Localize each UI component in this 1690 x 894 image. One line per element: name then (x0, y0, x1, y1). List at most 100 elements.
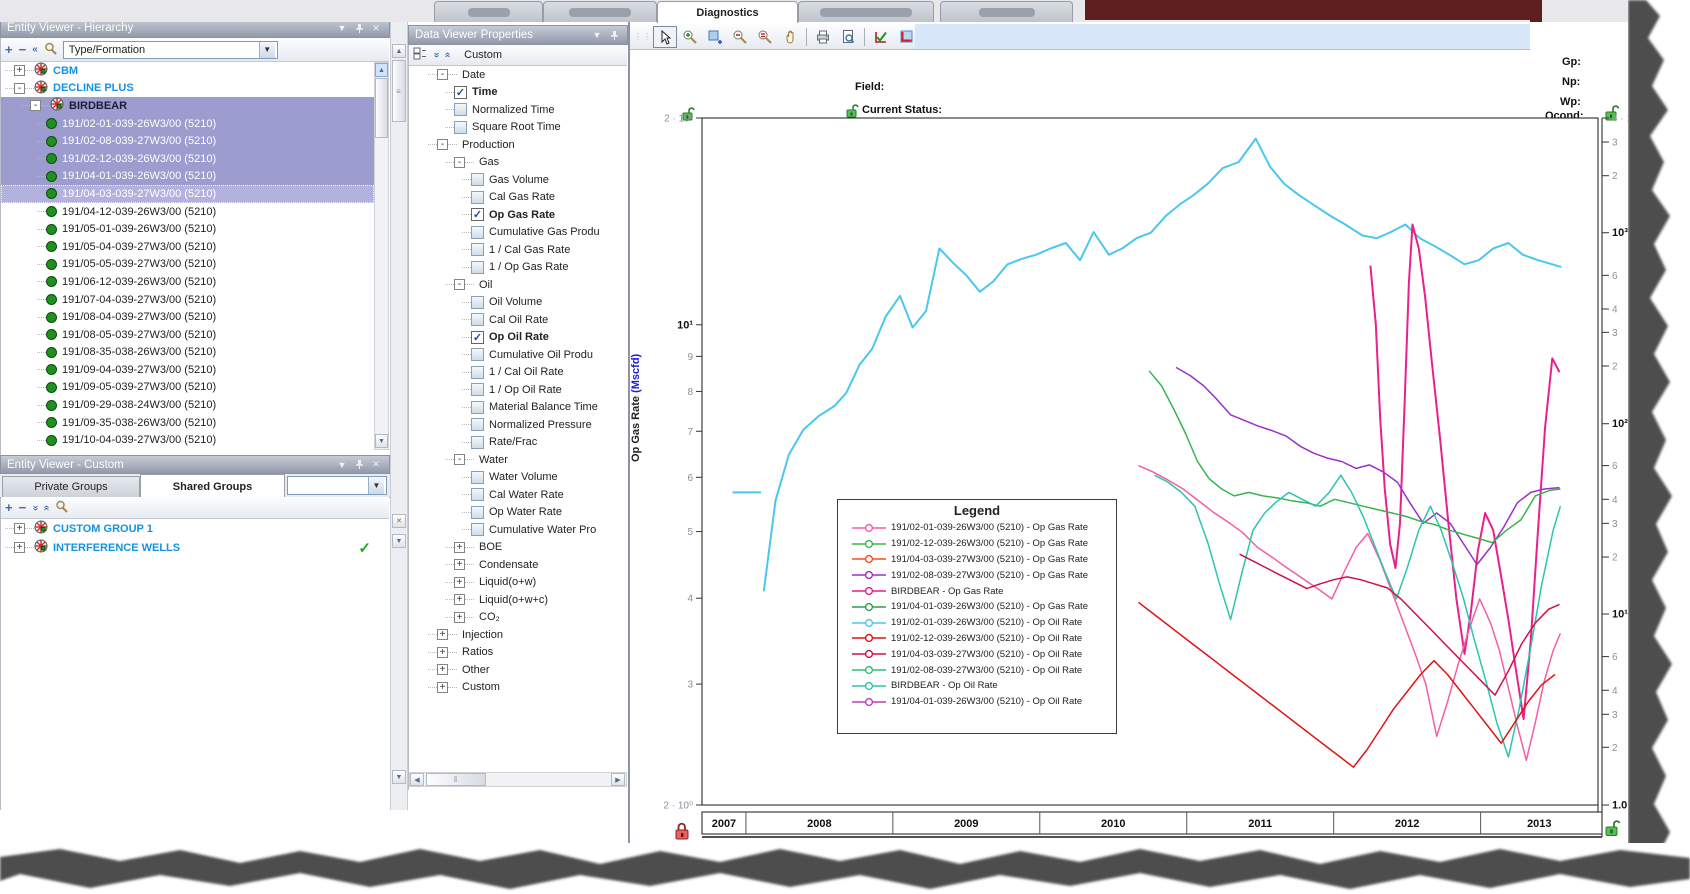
collapse-icon[interactable]: - (454, 156, 465, 168)
scroll-left-icon[interactable]: ◀ (410, 773, 424, 786)
scrollbar-thumb[interactable]: ≡ (392, 60, 406, 122)
property-item[interactable]: ✓ Op Gas Rate (409, 206, 627, 224)
expand-icon[interactable]: + (437, 646, 448, 658)
search-icon[interactable] (55, 500, 69, 516)
well-item[interactable]: 191/05-05-039-27W3/00 (5210) (1, 256, 374, 274)
well-item[interactable]: 191/02-01-039-26W3/00 (5210) (1, 114, 374, 133)
property-item[interactable]: 1 / Cal Gas Rate (409, 241, 627, 259)
checkbox-unchecked[interactable] (471, 470, 484, 484)
check-tree-icon[interactable] (413, 47, 427, 63)
expand-icon[interactable]: + (454, 594, 465, 606)
collapse-all-icon[interactable]: » (41, 505, 52, 511)
well-item[interactable]: 191/09-35-038-26W3/00 (5210) (1, 414, 374, 432)
pan-hand-icon[interactable] (778, 26, 802, 48)
remove-icon[interactable]: − (19, 501, 27, 514)
expand-all-icon[interactable]: » (30, 505, 41, 511)
chevron-down-icon[interactable]: ▼ (335, 22, 349, 35)
scroll-up-icon[interactable]: ▲ (392, 44, 406, 58)
property-item[interactable]: Cal Water Rate (409, 486, 627, 504)
checkbox-unchecked[interactable] (471, 435, 484, 449)
well-item[interactable]: 191/04-03-039-27W3/00 (5210) (1, 185, 374, 203)
add-icon[interactable]: + (5, 501, 13, 514)
well-item[interactable]: 191/02-12-039-26W3/00 (5210) (1, 149, 374, 168)
checkbox-unchecked[interactable] (471, 523, 484, 537)
property-item[interactable]: Material Balance Time (409, 399, 627, 417)
well-item[interactable]: 191/09-29-038-24W3/00 (5210) (1, 396, 374, 414)
checkbox-checked[interactable]: ✓ (471, 208, 484, 222)
well-item[interactable]: 191/05-01-039-26W3/00 (5210) (1, 220, 374, 238)
well-item[interactable]: 191/05-04-039-27W3/00 (5210) (1, 238, 374, 256)
scrollbar-thumb[interactable]: ‖ (426, 773, 486, 786)
scroll-up-icon[interactable]: ▲ (375, 63, 388, 77)
print-preview-icon[interactable] (836, 26, 860, 48)
zoom-window-icon[interactable] (703, 26, 727, 48)
expand-icon[interactable]: + (14, 523, 25, 534)
well-item[interactable]: 191/04-12-039-26W3/00 (5210) (1, 203, 374, 221)
expand-all-icon[interactable]: » (431, 52, 442, 58)
collapse-icon[interactable]: - (14, 82, 25, 94)
checkbox-unchecked[interactable] (471, 295, 484, 309)
group-item-decline-plus[interactable]: - DECLINE PLUS (1, 80, 374, 98)
tab-redacted-4[interactable] (940, 1, 1073, 22)
tab-redacted-2[interactable] (543, 1, 657, 22)
checkbox-unchecked[interactable] (471, 260, 484, 274)
print-icon[interactable] (811, 26, 835, 48)
property-item[interactable]: Gas Volume (409, 171, 627, 189)
right-axis-lock-icon[interactable] (1604, 818, 1621, 840)
tab-private-groups[interactable]: Private Groups (2, 476, 140, 497)
x-axis-lock-icon[interactable] (674, 822, 691, 844)
well-item[interactable]: 191/02-08-039-27W3/00 (5210) (1, 132, 374, 150)
well-item[interactable]: 191/07-04-039-27W3/00 (5210) (1, 291, 374, 309)
expand-icon[interactable]: + (454, 541, 465, 553)
scroll-down-icon[interactable]: ▼ (392, 770, 406, 784)
collapse-icon[interactable]: - (437, 69, 448, 81)
property-item[interactable]: Water Volume (409, 469, 627, 487)
collapse-icon[interactable]: - (454, 279, 465, 291)
pin-icon[interactable] (352, 458, 366, 471)
scrollbar-thumb[interactable] (375, 78, 388, 138)
checkbox-unchecked[interactable] (471, 488, 484, 502)
chevron-down-icon[interactable]: ▼ (590, 29, 604, 42)
expand-icon[interactable]: + (14, 65, 25, 77)
checkbox-unchecked[interactable] (471, 190, 484, 204)
collapse-all-icon[interactable]: «︎ (32, 44, 38, 55)
expand-icon[interactable]: + (454, 559, 465, 571)
well-item[interactable]: 191/10-04-039-27W3/00 (5210) (1, 431, 374, 449)
pin-icon[interactable] (607, 29, 621, 42)
scroll-down-icon[interactable]: ▼ (375, 434, 388, 448)
checkbox-unchecked[interactable] (471, 400, 484, 414)
checkbox-unchecked[interactable] (471, 173, 484, 187)
tab-shared-groups[interactable]: Shared Groups (140, 474, 285, 498)
checkbox-checked[interactable]: ✓ (454, 85, 467, 99)
cursor-icon[interactable] (653, 25, 677, 48)
well-item[interactable]: 191/08-04-039-27W3/00 (5210) (1, 308, 374, 326)
remove-icon[interactable]: − (19, 43, 27, 56)
search-icon[interactable] (44, 42, 57, 58)
zoom-out-icon[interactable] (728, 26, 752, 48)
property-item[interactable]: Cal Gas Rate (409, 189, 627, 207)
well-item[interactable]: 191/06-12-039-26W3/00 (5210) (1, 273, 374, 291)
expand-icon[interactable]: + (454, 576, 465, 588)
property-item[interactable]: ✓ Op Oil Rate (409, 329, 627, 347)
checkbox-unchecked[interactable] (471, 313, 484, 327)
property-item[interactable]: Square Root Time (409, 119, 627, 137)
collapse-icon[interactable]: - (30, 100, 41, 112)
chart-legend[interactable]: Legend 191/02-01-039-26W3/00 (5210) - Op… (837, 499, 1117, 734)
collapse-icon[interactable]: - (437, 139, 448, 151)
checkbox-unchecked[interactable] (471, 418, 484, 432)
checkbox-checked[interactable]: ✓ (471, 330, 484, 344)
collapse-all-icon[interactable]: » (441, 52, 452, 58)
close-icon[interactable]: ✕ (369, 458, 383, 471)
property-item[interactable]: Normalized Pressure (409, 416, 627, 434)
unzoom-icon[interactable] (753, 26, 777, 48)
property-item[interactable]: Cal Oil Rate (409, 311, 627, 329)
expand-icon[interactable]: + (454, 611, 465, 623)
group-item-cbm[interactable]: + CBM (1, 62, 374, 80)
pin-icon[interactable] (352, 22, 366, 35)
checkbox-unchecked[interactable] (471, 243, 484, 257)
expand-icon[interactable]: + (437, 664, 448, 676)
apply-check-icon[interactable] (869, 26, 893, 48)
scroll-right-icon[interactable]: ▶ (611, 773, 625, 786)
tab-redacted-1[interactable] (434, 1, 543, 22)
property-item[interactable]: Cumulative Water Pro (409, 521, 627, 539)
